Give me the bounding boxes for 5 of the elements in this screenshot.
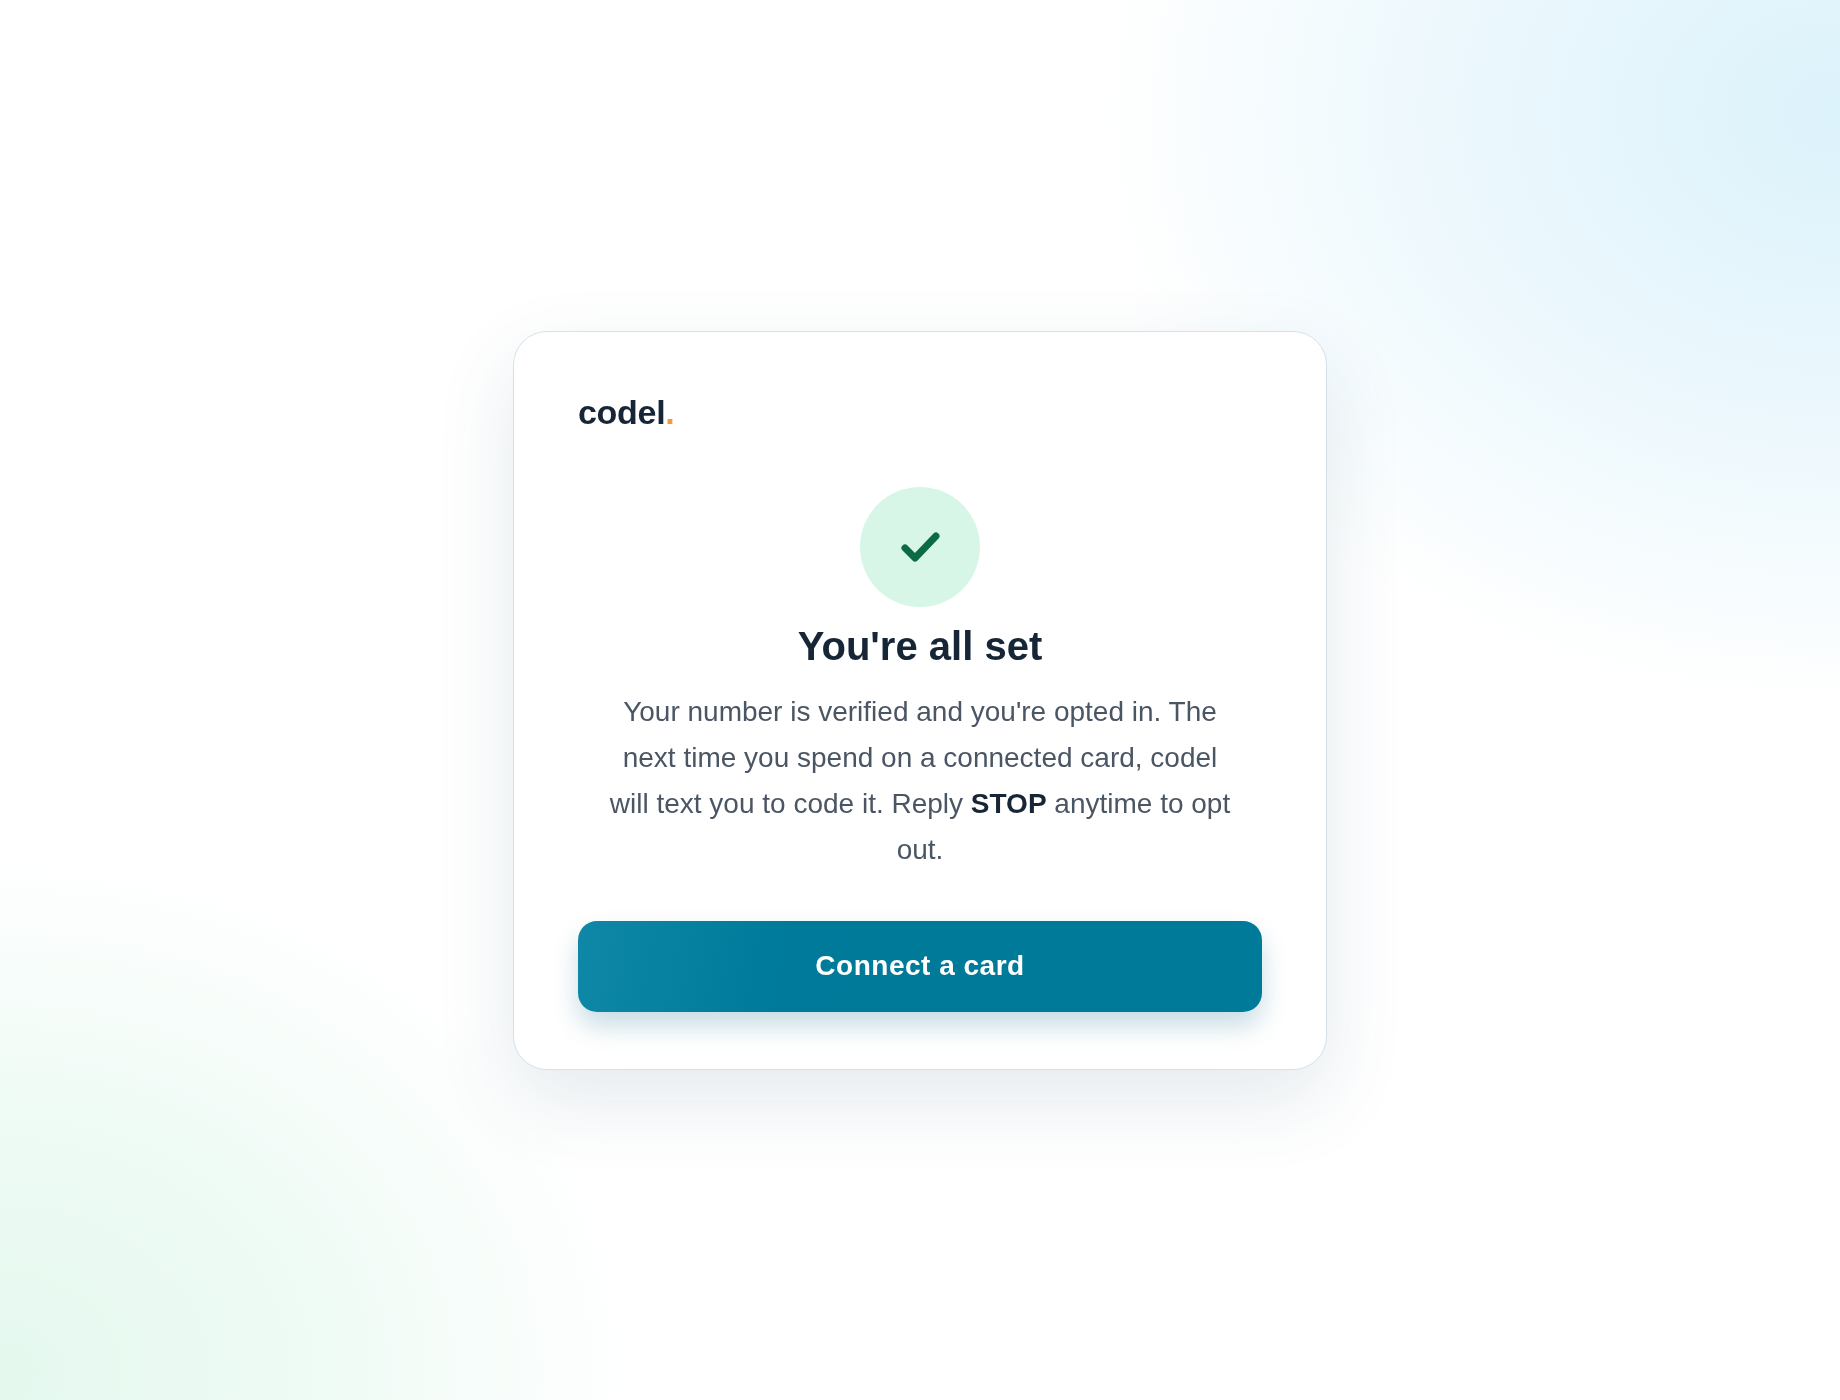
- connect-button[interactable]: Connect a card: [578, 920, 1262, 1012]
- title: You're all set: [797, 622, 1043, 670]
- logo: codel.: [578, 391, 675, 433]
- message-text: Your number is verified and you're opted in. The next time you spend on a connected card, codel will text you to code it. Reply STOP anytime to opt out.: [608, 694, 1232, 867]
- check-icon: [860, 486, 980, 607]
